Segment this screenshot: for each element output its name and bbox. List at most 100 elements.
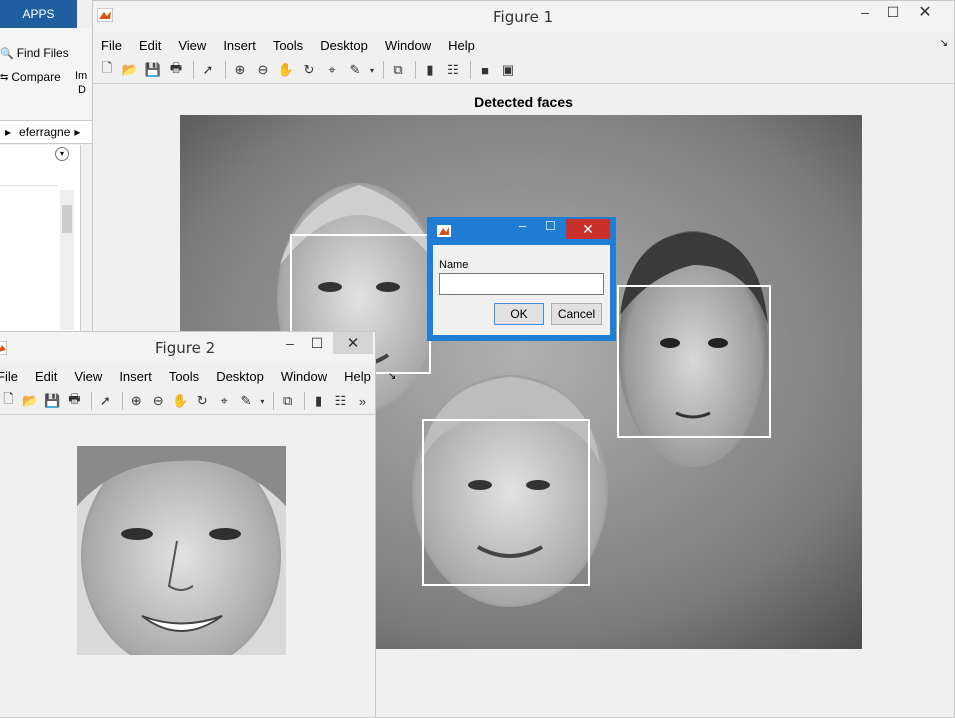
new-figure-icon[interactable]: 🗋 [0, 391, 18, 411]
print-icon[interactable]: 🖶 [166, 60, 186, 80]
compare-icon: ⇆ [0, 71, 9, 83]
scrollbar-thumb[interactable] [62, 205, 72, 233]
print-icon[interactable]: 🖶 [65, 391, 84, 411]
toolbar-divider [0, 414, 375, 415]
maximize-button[interactable]: ☐ [879, 1, 907, 23]
link-plot-icon[interactable]: ⧉ [388, 60, 408, 80]
figure2-title: Figure 2 [155, 339, 216, 357]
menu-help[interactable]: Help [344, 369, 371, 384]
menu-file[interactable]: File [101, 38, 122, 53]
menu-window[interactable]: Window [385, 38, 431, 53]
brush-dropdown-icon[interactable]: ▾ [368, 60, 376, 80]
figure2-menubar: File Edit View Insert Tools Desktop Wind… [0, 365, 396, 387]
close-button[interactable]: ✕ [911, 1, 939, 23]
minimize-button[interactable]: ‒ [276, 332, 304, 354]
brush-icon[interactable]: ✎ [345, 60, 365, 80]
toolbar-separator [415, 61, 416, 79]
pan-icon[interactable]: ✋ [171, 391, 190, 411]
colorbar-icon[interactable]: ▮ [309, 391, 328, 411]
save-icon[interactable]: 💾 [143, 60, 163, 80]
toolbar-separator [470, 61, 471, 79]
matlab-logo-icon [437, 225, 451, 237]
figure1-menubar: File Edit View Insert Tools Desktop Wind… [93, 34, 954, 56]
axes-title: Detected faces [474, 94, 573, 110]
find-files-label: Find Files [16, 46, 69, 60]
cropped-face-image [77, 446, 286, 655]
menu-view[interactable]: View [178, 38, 206, 53]
apps-tab[interactable]: APPS [0, 0, 77, 28]
pan-icon[interactable]: ✋ [276, 60, 296, 80]
dock-arrow-icon[interactable]: ↘ [388, 371, 396, 382]
menu-desktop[interactable]: Desktop [320, 38, 368, 53]
cancel-button[interactable]: Cancel [551, 303, 602, 325]
current-folder-panel: ▾ [0, 145, 81, 335]
menu-edit[interactable]: Edit [35, 369, 57, 384]
name-input[interactable] [439, 273, 604, 295]
compare-button[interactable]: ⇆ Compare [0, 70, 61, 84]
address-bar[interactable]: ▸ eferragne ▸ [0, 121, 92, 144]
open-file-icon[interactable]: 📂 [120, 60, 140, 80]
toolbar-separator [193, 61, 194, 79]
data-cursor-icon[interactable]: ⌖ [215, 391, 234, 411]
chevron-right-icon: ▸ [74, 125, 81, 139]
legend-icon[interactable]: ☷ [443, 60, 463, 80]
menu-edit[interactable]: Edit [139, 38, 161, 53]
rotate-3d-icon[interactable]: ↻ [193, 391, 212, 411]
maximize-button[interactable]: ☐ [303, 332, 331, 354]
save-icon[interactable]: 💾 [43, 391, 62, 411]
menu-insert[interactable]: Insert [223, 38, 256, 53]
name-dialog: ‒ ☐ ✕ Name OK Cancel [427, 217, 616, 341]
find-files-button[interactable]: 🔍 Find Files [0, 46, 69, 60]
figure1-titlebar[interactable]: Figure 1 ‒ ☐ ✕ [93, 1, 954, 31]
figure1-title: Figure 1 [493, 8, 554, 26]
show-plot-tools-icon[interactable]: ▣ [498, 60, 518, 80]
path-segment[interactable]: eferragne [19, 125, 70, 139]
menu-view[interactable]: View [74, 369, 102, 384]
menu-insert[interactable]: Insert [119, 369, 152, 384]
menu-file[interactable]: File [0, 369, 18, 384]
zoom-in-icon[interactable]: ⊕ [127, 391, 146, 411]
maximize-button[interactable]: ☐ [545, 219, 556, 233]
edit-plot-icon[interactable]: ➚ [198, 60, 218, 80]
matlab-logo-icon [0, 341, 7, 355]
minimize-button[interactable]: ‒ [519, 218, 526, 233]
brush-icon[interactable]: ✎ [237, 391, 256, 411]
panel-header [0, 163, 58, 186]
toolbar-overflow-icon[interactable]: » [353, 391, 372, 411]
minimize-button[interactable]: ‒ [851, 1, 879, 23]
menu-tools[interactable]: Tools [169, 369, 199, 384]
toolbar-separator [383, 61, 384, 79]
menu-window[interactable]: Window [281, 369, 327, 384]
rotate-3d-icon[interactable]: ↻ [299, 60, 319, 80]
figure2-toolbar: 🗋 📂 💾 🖶 ➚ ⊕ ⊖ ✋ ↻ ⌖ ✎ ▾ ⧉ ▮ ☷ » [0, 389, 375, 413]
brush-dropdown-icon[interactable]: ▾ [259, 391, 267, 411]
hide-plot-tools-icon[interactable]: ■ [475, 60, 495, 80]
link-plot-icon[interactable]: ⧉ [278, 391, 297, 411]
close-button[interactable]: ✕ [333, 332, 373, 354]
menu-tools[interactable]: Tools [273, 38, 303, 53]
open-file-icon[interactable]: 📂 [21, 391, 40, 411]
panel-menu-icon[interactable]: ▾ [55, 147, 69, 161]
dock-arrow-icon[interactable]: ↘ [940, 38, 948, 49]
toolbar-divider [93, 83, 954, 84]
legend-icon[interactable]: ☷ [331, 391, 350, 411]
matlab-logo-icon [97, 8, 113, 22]
figure2-titlebar[interactable]: Figure 2 ‒ ☐ ✕ [0, 332, 375, 362]
toolbar-separator [304, 392, 306, 410]
zoom-in-icon[interactable]: ⊕ [230, 60, 250, 80]
data-cursor-icon[interactable]: ⌖ [322, 60, 342, 80]
figure1-toolbar: 🗋 📂 💾 🖶 ➚ ⊕ ⊖ ✋ ↻ ⌖ ✎ ▾ ⧉ ▮ ☷ ■ ▣ [93, 58, 954, 82]
import-label[interactable]: Im [75, 70, 87, 82]
scrollbar[interactable] [60, 190, 74, 330]
colorbar-icon[interactable]: ▮ [420, 60, 440, 80]
menu-help[interactable]: Help [448, 38, 475, 53]
zoom-out-icon[interactable]: ⊖ [253, 60, 273, 80]
find-files-icon: 🔍 [0, 47, 14, 60]
zoom-out-icon[interactable]: ⊖ [149, 391, 168, 411]
menu-desktop[interactable]: Desktop [216, 369, 264, 384]
new-figure-icon[interactable]: 🗋 [97, 60, 117, 80]
dialog-body: Name OK Cancel [433, 245, 610, 335]
close-button[interactable]: ✕ [566, 219, 610, 239]
ok-button[interactable]: OK [494, 303, 544, 325]
edit-plot-icon[interactable]: ➚ [96, 391, 115, 411]
